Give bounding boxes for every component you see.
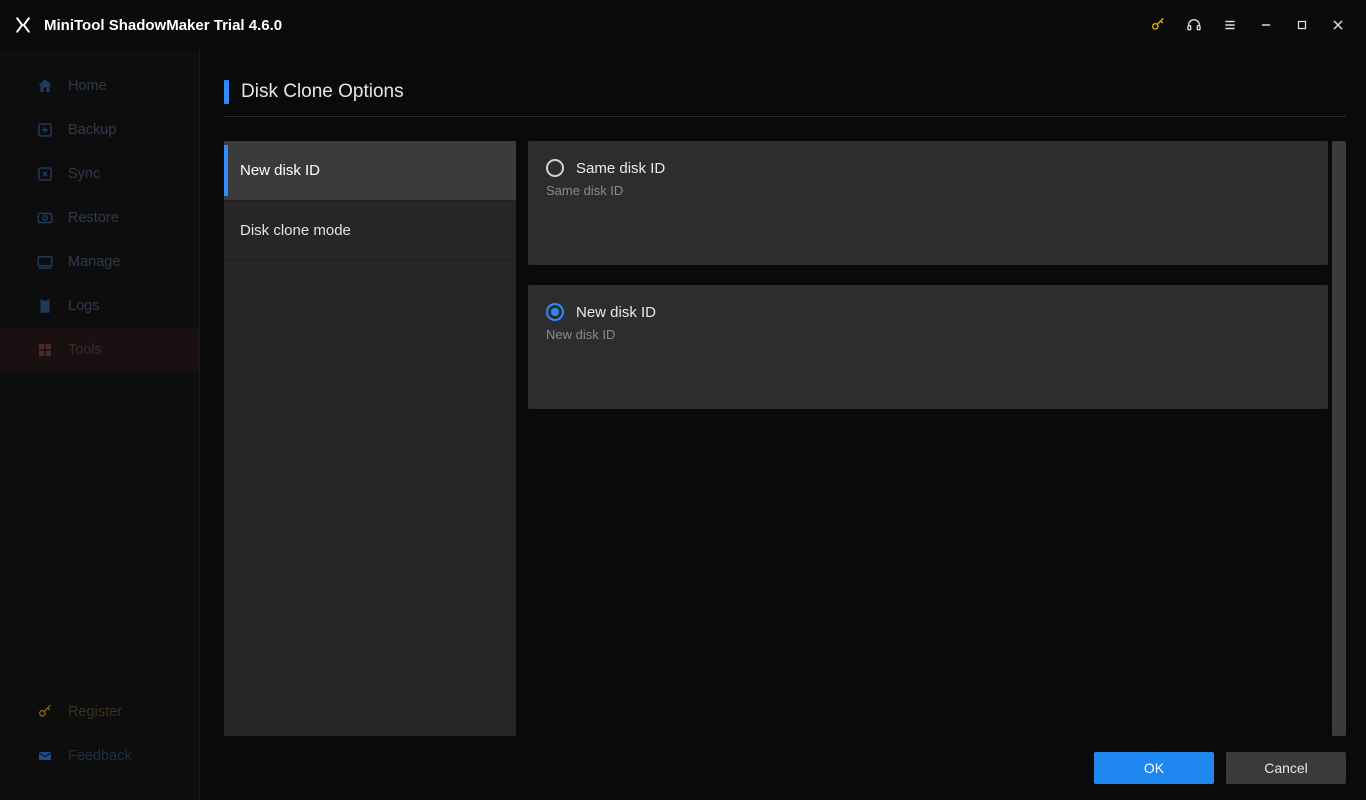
sidebar-item-label: Home	[68, 78, 107, 94]
sidebar-item-label: Feedback	[68, 748, 132, 764]
sidebar-item-label: Backup	[68, 122, 116, 138]
sidebar-item-tools[interactable]: Tools	[0, 328, 199, 372]
scrollbar[interactable]	[1332, 141, 1346, 736]
footer-buttons: OK Cancel	[224, 736, 1346, 784]
radio-card-same-disk-id[interactable]: Same disk ID Same disk ID	[528, 141, 1328, 265]
page-title-row: Disk Clone Options	[224, 80, 1346, 117]
close-button[interactable]	[1322, 9, 1354, 41]
sidebar-item-backup[interactable]: Backup	[0, 108, 199, 152]
sidebar-item-feedback[interactable]: Feedback	[0, 734, 199, 778]
maximize-button[interactable]	[1286, 9, 1318, 41]
option-category-disk-clone-mode[interactable]: Disk clone mode	[224, 201, 516, 261]
feedback-mail-icon	[36, 747, 54, 765]
option-category-new-disk-id[interactable]: New disk ID	[224, 141, 516, 201]
sidebar-item-home[interactable]: Home	[0, 64, 199, 108]
app-title: MiniTool ShadowMaker Trial 4.6.0	[44, 17, 282, 34]
restore-icon	[36, 209, 54, 227]
radio-description: New disk ID	[546, 327, 1310, 342]
sidebar-item-label: Logs	[68, 298, 99, 314]
radio-same-disk-id[interactable]	[546, 159, 564, 177]
radio-label: New disk ID	[576, 304, 656, 321]
radio-card-new-disk-id[interactable]: New disk ID New disk ID	[528, 285, 1328, 409]
sidebar-item-label: Tools	[68, 342, 102, 358]
radio-new-disk-id[interactable]	[546, 303, 564, 321]
radio-description: Same disk ID	[546, 183, 1310, 198]
sync-icon	[36, 165, 54, 183]
option-category-label: New disk ID	[240, 162, 320, 179]
page-title: Disk Clone Options	[241, 81, 404, 103]
title-accent	[224, 80, 229, 104]
cancel-button[interactable]: Cancel	[1226, 752, 1346, 784]
register-key-icon	[36, 703, 54, 721]
activate-key-icon[interactable]	[1142, 9, 1174, 41]
main-content: Disk Clone Options New disk ID Disk clon…	[200, 50, 1366, 800]
sidebar-item-label: Manage	[68, 254, 120, 270]
home-icon	[36, 77, 54, 95]
backup-icon	[36, 121, 54, 139]
manage-icon	[36, 253, 54, 271]
logs-icon	[36, 297, 54, 315]
sidebar-item-label: Restore	[68, 210, 119, 226]
option-detail-panel: Same disk ID Same disk ID New disk ID Ne…	[528, 141, 1346, 736]
sidebar-item-manage[interactable]: Manage	[0, 240, 199, 284]
support-icon[interactable]	[1178, 9, 1210, 41]
option-category-label: Disk clone mode	[240, 222, 351, 239]
minimize-button[interactable]	[1250, 9, 1282, 41]
sidebar-item-label: Register	[68, 704, 122, 720]
sidebar: Home Backup Sync Restore	[0, 50, 200, 800]
radio-label: Same disk ID	[576, 160, 665, 177]
sidebar-item-logs[interactable]: Logs	[0, 284, 199, 328]
sidebar-item-label: Sync	[68, 166, 100, 182]
sidebar-item-restore[interactable]: Restore	[0, 196, 199, 240]
option-category-list: New disk ID Disk clone mode	[224, 141, 516, 736]
titlebar: MiniTool ShadowMaker Trial 4.6.0	[0, 0, 1366, 50]
sidebar-item-sync[interactable]: Sync	[0, 152, 199, 196]
ok-button[interactable]: OK	[1094, 752, 1214, 784]
app-logo-icon	[12, 14, 34, 36]
sidebar-item-register[interactable]: Register	[0, 690, 199, 734]
menu-icon[interactable]	[1214, 9, 1246, 41]
tools-icon	[36, 341, 54, 359]
